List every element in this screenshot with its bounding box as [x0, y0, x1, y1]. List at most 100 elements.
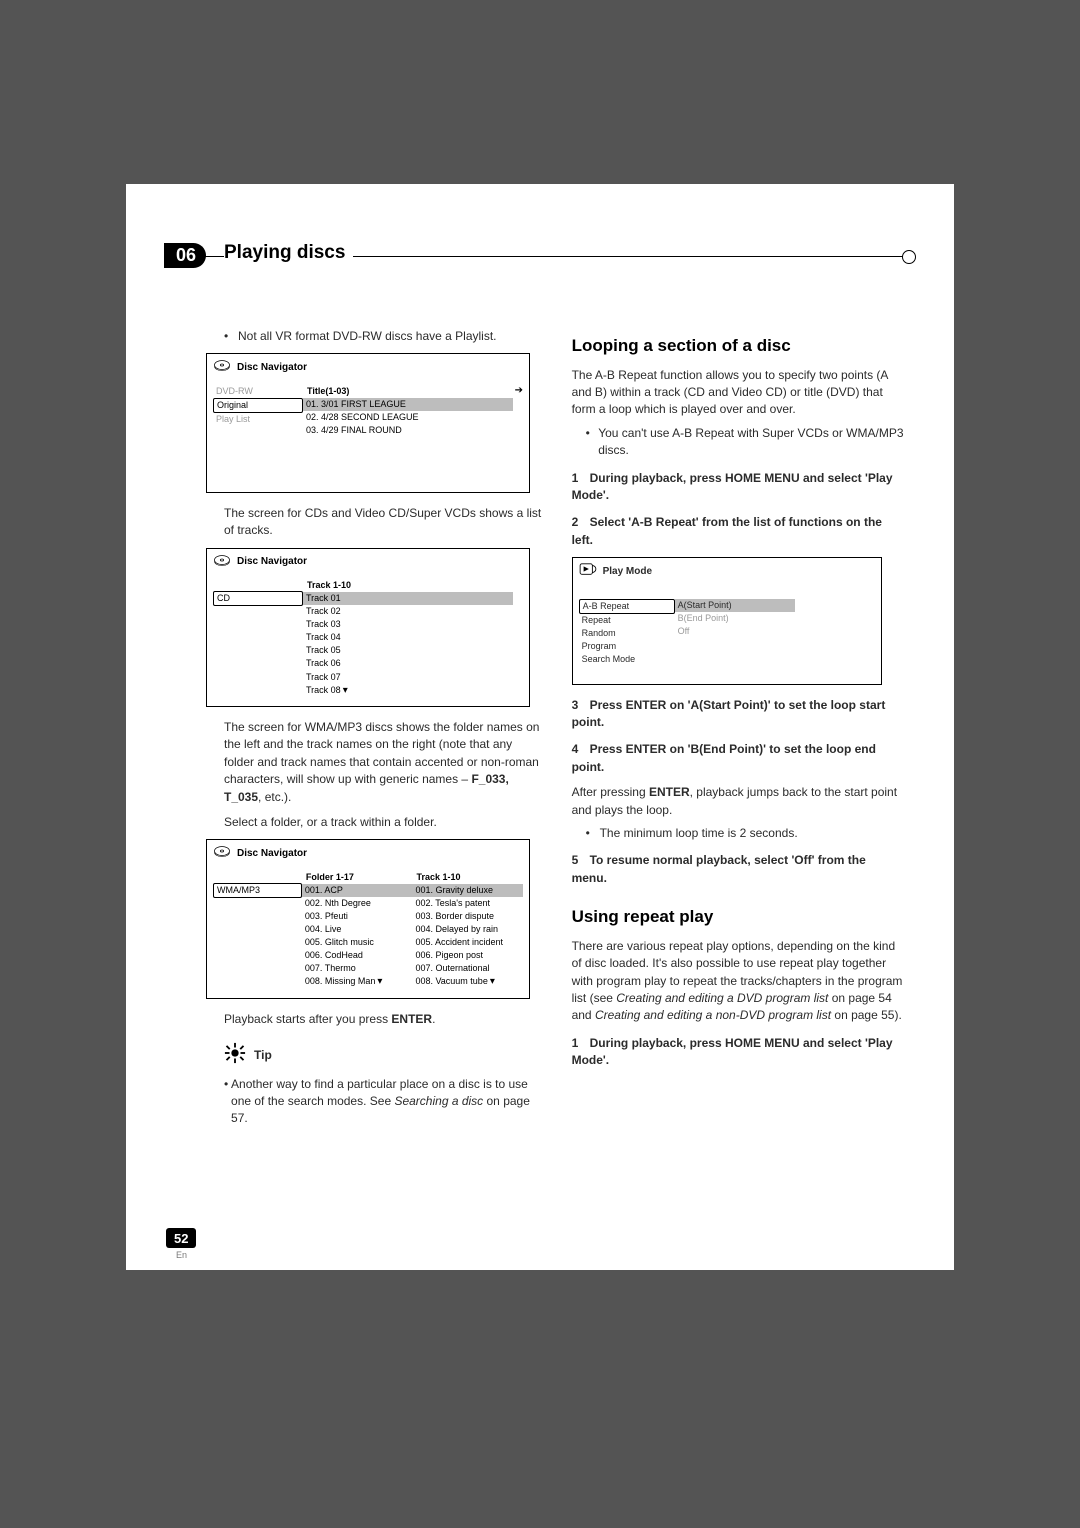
osd-row: Track 05 — [303, 644, 513, 657]
play-right-row: A(Start Point) — [675, 599, 795, 612]
osd-row: Track 07 — [303, 671, 513, 684]
osd-folder-row: 004. Live — [302, 923, 413, 936]
osd-row: Track 04 — [303, 631, 513, 644]
min-loop-bullet: • The minimum loop time is 2 seconds. — [586, 825, 904, 842]
heading-repeat: Using repeat play — [572, 905, 904, 930]
osd-track-row: 005. Accident incident — [412, 936, 523, 949]
bullet-text: You can't use A-B Repeat with Super VCDs… — [598, 425, 904, 460]
heading-looping: Looping a section of a disc — [572, 334, 904, 359]
osd-row: Track 01 — [303, 592, 513, 605]
osd-track-row: 006. Pigeon post — [412, 949, 523, 962]
bullet-dot: • — [586, 425, 599, 460]
osd-right-header: Track 1-10 — [412, 871, 464, 883]
left-column: • Not all VR format DVD-RW discs have a … — [186, 326, 542, 1134]
tip-text: Another way to find a particular place o… — [231, 1076, 542, 1128]
play-right-row: Off — [675, 625, 795, 638]
cd-paragraph: The screen for CDs and Video CD/Super VC… — [224, 505, 542, 540]
select-folder-paragraph: Select a folder, or a track within a fol… — [224, 814, 542, 831]
tip-label: Tip — [254, 1047, 272, 1064]
wma-paragraph: The screen for WMA/MP3 discs shows the f… — [224, 719, 542, 806]
chapter-number-badge: 06 — [164, 243, 206, 268]
play-mode-icon — [579, 562, 597, 582]
osd-left-label: WMA/MP3 — [213, 883, 302, 898]
bullet-vr-note: • Not all VR format DVD-RW discs have a … — [224, 328, 542, 345]
play-left-row: Repeat — [579, 614, 675, 627]
playback-start-line: Playback starts after you press ENTER. — [224, 1011, 542, 1028]
repeat-intro: There are various repeat play options, d… — [572, 938, 904, 1025]
chapter-title: Playing discs — [224, 242, 345, 263]
right-column: Looping a section of a disc The A-B Repe… — [572, 326, 904, 1134]
osd-playlist: Play List — [213, 413, 303, 426]
osd-row: 02. 4/28 SECOND LEAGUE — [303, 411, 513, 424]
osd-row: Track 08▾ — [303, 684, 513, 699]
osd-title: Disc Navigator — [237, 847, 307, 862]
step-1: 1During playback, press HOME MENU and se… — [572, 470, 904, 505]
disc-icon — [213, 844, 231, 864]
osd-row: 03. 4/29 FINAL ROUND — [303, 424, 513, 437]
after-enter: After pressing ENTER, playback jumps bac… — [572, 784, 904, 819]
tip-header: Tip — [224, 1042, 542, 1069]
arrow-right-icon: ➔ — [515, 384, 523, 399]
osd-folder-row: 008. Missing Man▾ — [302, 975, 413, 990]
page-number-badge: 52 — [166, 1228, 196, 1248]
osd-row: Track 06 — [303, 657, 513, 670]
osd-row: Track 02 — [303, 605, 513, 618]
osd-folder-row: 006. CodHead — [302, 949, 413, 962]
osd-folder-row: 003. Pfeuti — [302, 910, 413, 923]
osd-title: Play Mode — [603, 565, 652, 580]
step-3: 3Press ENTER on 'A(Start Point)' to set … — [572, 697, 904, 732]
step-1b: 1During playback, press HOME MENU and se… — [572, 1035, 904, 1070]
loop-intro: The A-B Repeat function allows you to sp… — [572, 367, 904, 419]
bullet-text: The minimum loop time is 2 seconds. — [600, 825, 798, 842]
arrow-down-icon: ▾ — [343, 684, 348, 699]
page-lang: En — [176, 1250, 187, 1260]
osd-mid-header: Folder 1-17 — [302, 871, 358, 883]
loop-bullet: • You can't use A-B Repeat with Super VC… — [586, 425, 904, 460]
osd-track-row: 004. Delayed by rain — [412, 923, 523, 936]
osd-original: Original — [213, 398, 303, 413]
chapter-header: 06 Playing discs — [166, 246, 914, 316]
disc-icon — [213, 553, 231, 573]
bullet-text: Not all VR format DVD-RW discs have a Pl… — [238, 328, 497, 345]
osd-title: Disc Navigator — [237, 361, 307, 376]
play-left-row: Program — [579, 640, 675, 653]
osd-title: Disc Navigator — [237, 555, 307, 570]
osd-track-row: 003. Border dispute — [412, 910, 523, 923]
osd-left-label: CD — [213, 591, 303, 606]
play-left-row: Random — [579, 627, 675, 640]
osd-row: Track 03 — [303, 618, 513, 631]
bullet-dot: • — [224, 1076, 231, 1128]
play-right-row: B(End Point) — [675, 612, 795, 625]
disc-icon — [213, 358, 231, 378]
arrow-down-icon: ▾ — [490, 975, 495, 990]
bullet-dot: • — [586, 825, 600, 842]
step-2: 2Select 'A-B Repeat' from the list of fu… — [572, 514, 904, 549]
osd-mid-header: Track 1-10 — [303, 579, 355, 591]
osd-track-row: 001. Gravity deluxe — [412, 884, 523, 897]
step-5: 5To resume normal playback, select 'Off'… — [572, 852, 904, 887]
play-left-row: A-B Repeat — [579, 599, 675, 614]
osd-track-row: 008. Vacuum tube▾ — [412, 975, 523, 990]
chapter-title-wrap: Playing discs — [224, 242, 353, 264]
gear-icon — [224, 1042, 246, 1069]
osd-left-label: DVD-RW — [213, 385, 303, 398]
osd-folder-row: 001. ACP — [302, 884, 413, 897]
step-4: 4Press ENTER on 'B(End Point)' to set th… — [572, 741, 904, 776]
osd-track-row: 002. Tesla's patent — [412, 897, 523, 910]
page: 06 Playing discs • Not all VR format DVD… — [126, 184, 954, 1270]
chapter-header-endcap — [902, 250, 916, 264]
arrow-down-icon: ▾ — [377, 975, 382, 990]
osd-disc-navigator-cd: Disc Navigator CD Track 1-10 Track 01 Tr… — [206, 548, 530, 707]
osd-play-mode: Play Mode A-B Repeat Repeat Random Progr… — [572, 557, 882, 685]
osd-mid-header: Title(1-03) — [303, 385, 353, 397]
tip-bullet: • Another way to find a particular place… — [224, 1076, 542, 1128]
play-left-row: Search Mode — [579, 653, 675, 666]
osd-track-row: 007. Outernational — [412, 962, 523, 975]
osd-folder-row: 005. Glitch music — [302, 936, 413, 949]
osd-disc-navigator-dvdrw: Disc Navigator DVD-RW Original Play List… — [206, 353, 530, 493]
osd-row: 01. 3/01 FIRST LEAGUE — [303, 398, 513, 411]
osd-folder-row: 007. Thermo — [302, 962, 413, 975]
osd-folder-row: 002. Nth Degree — [302, 897, 413, 910]
osd-disc-navigator-wmamp3: Disc Navigator WMA/MP3 Folder 1-17 001. … — [206, 839, 530, 998]
bullet-dot: • — [224, 328, 238, 345]
